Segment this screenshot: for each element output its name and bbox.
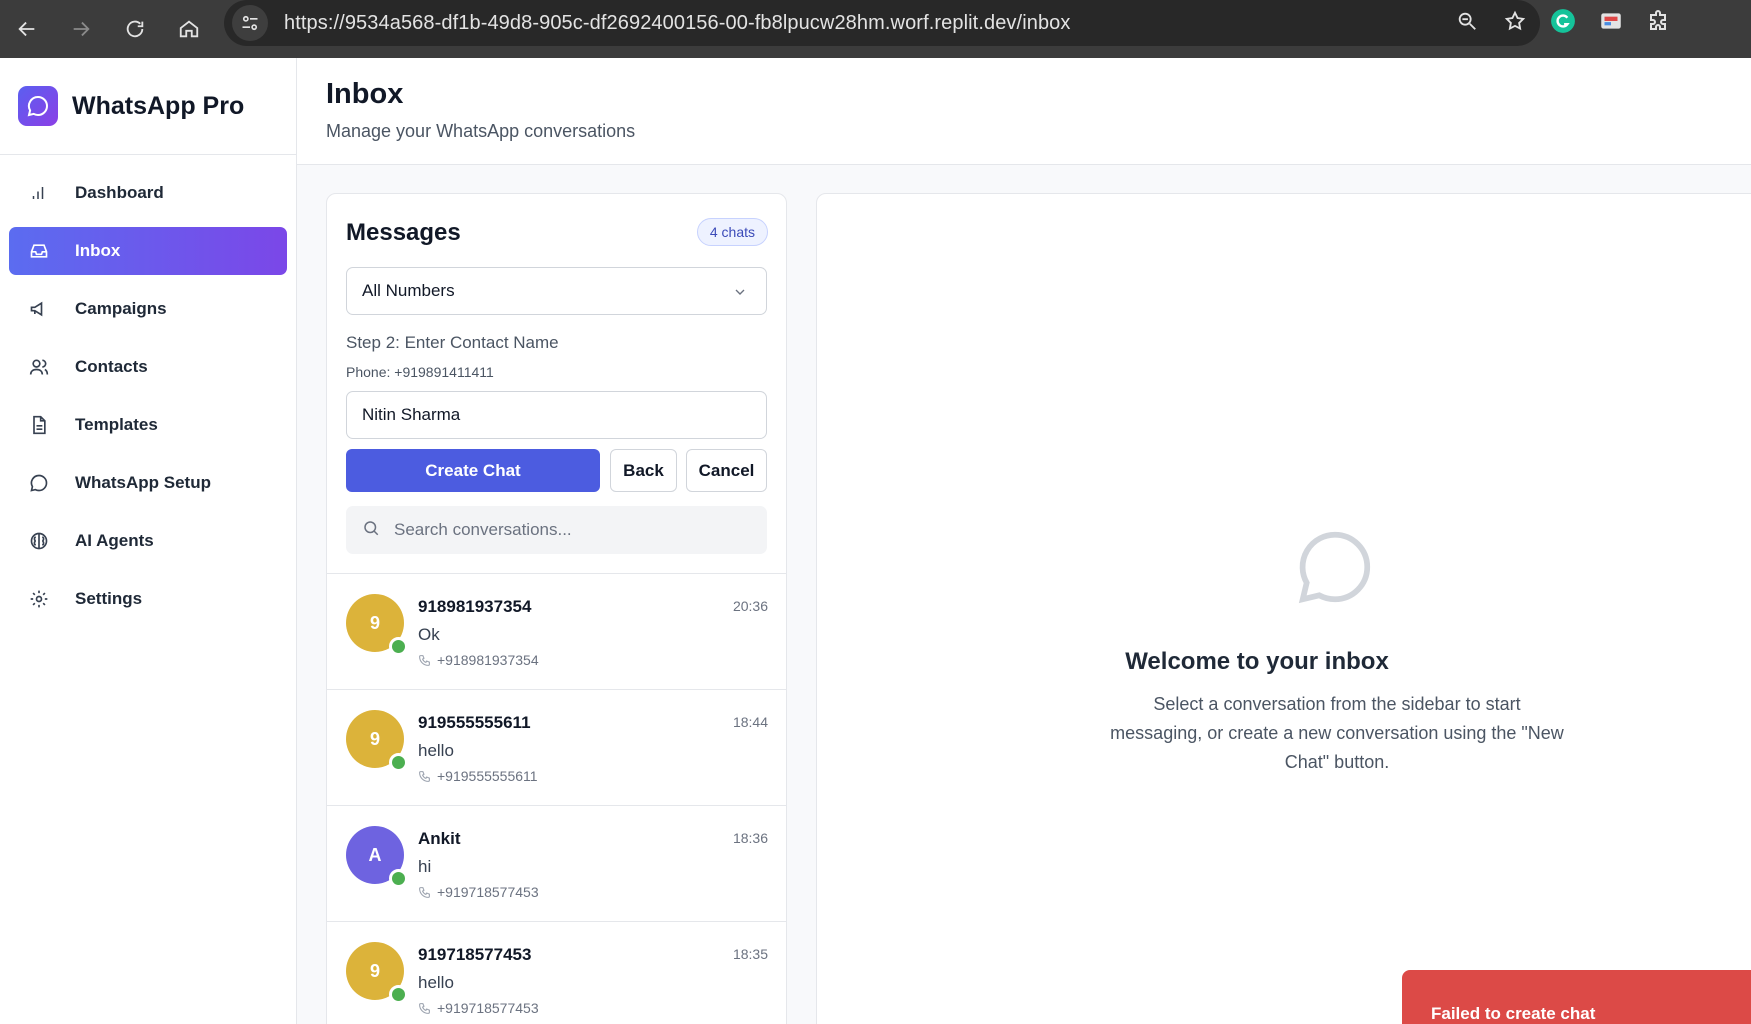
sidebar-item-label: Settings xyxy=(75,589,143,608)
sidebar-item-label: Inbox xyxy=(75,241,121,260)
create-chat-button[interactable]: Create Chat xyxy=(346,449,600,492)
page-subtitle: Manage your WhatsApp conversations xyxy=(326,121,636,141)
brain-icon xyxy=(29,531,59,551)
megaphone-icon xyxy=(29,299,59,319)
home-icon[interactable] xyxy=(162,7,216,51)
page-title: Inbox xyxy=(326,78,404,110)
sidebar: WhatsApp Pro Dashboard Inbox Campaigns C… xyxy=(0,58,297,1024)
conversation-phone: +919718577453 xyxy=(418,1000,539,1016)
gear-icon xyxy=(29,589,59,609)
reload-icon[interactable] xyxy=(108,7,162,51)
phone-label: Phone: +919891411411 xyxy=(346,364,494,380)
chat-count-badge: 4 chats xyxy=(696,218,768,246)
brand[interactable]: WhatsApp Pro xyxy=(0,58,296,155)
conversation-time: 18:35 xyxy=(732,946,768,962)
message-circle-icon xyxy=(29,473,59,493)
sidebar-item-label: WhatsApp Setup xyxy=(75,473,211,492)
chevron-down-icon xyxy=(732,284,748,305)
conversation-time: 20:36 xyxy=(732,598,768,614)
online-status-dot xyxy=(389,637,408,656)
phone-icon xyxy=(419,1002,430,1014)
welcome-text: Select a conversation from the sidebar t… xyxy=(1110,694,1564,772)
search-conversations-input[interactable]: Search conversations... xyxy=(346,506,767,554)
conversation-last-message: Ok xyxy=(418,625,440,644)
file-text-icon xyxy=(29,415,59,435)
bookmark-star-icon[interactable] xyxy=(1504,10,1526,37)
message-circle-icon xyxy=(1292,524,1378,615)
messages-title: Messages xyxy=(346,219,461,246)
users-icon xyxy=(29,357,59,377)
sidebar-item-label: AI Agents xyxy=(75,531,154,550)
address-bar[interactable]: https://9534a568-df1b-49d8-905c-df269240… xyxy=(224,0,1540,46)
messages-panel: Messages 4 chats All Numbers Step 2: Ent… xyxy=(326,193,787,1024)
sidebar-item-campaigns[interactable]: Campaigns xyxy=(9,285,287,333)
sidebar-item-settings[interactable]: Settings xyxy=(9,575,287,623)
list-item[interactable]: 9 919718577453 18:35 hello +919718577453 xyxy=(327,922,786,1024)
conversation-name: Ankit xyxy=(418,829,461,848)
grammarly-extension-icon[interactable] xyxy=(1550,8,1576,39)
sidebar-item-inbox[interactable]: Inbox xyxy=(9,227,287,275)
conversation-phone: +919718577453 xyxy=(418,884,539,900)
chat-bubble-logo-icon xyxy=(18,86,58,126)
sidebar-item-whatsapp-setup[interactable]: WhatsApp Setup xyxy=(9,459,287,507)
sidebar-item-dashboard[interactable]: Dashboard xyxy=(9,169,287,217)
conversation-name: 918981937354 xyxy=(418,597,532,616)
conversation-last-message: hello xyxy=(418,973,454,992)
conversation-time: 18:36 xyxy=(732,830,768,846)
conversation-time: 18:44 xyxy=(732,714,768,730)
sidebar-nav: Dashboard Inbox Campaigns Contacts Templ… xyxy=(0,155,296,647)
online-status-dot xyxy=(389,869,408,888)
search-placeholder: Search conversations... xyxy=(394,520,572,539)
online-status-dot xyxy=(389,985,408,1004)
bar-chart-icon xyxy=(29,184,59,202)
phone-icon xyxy=(419,654,430,666)
conversation-phone-text: +919555555611 xyxy=(437,768,538,784)
welcome-title: Welcome to your inbox xyxy=(1125,648,1389,675)
list-item[interactable]: 9 919555555611 18:44 hello +919555555611 xyxy=(327,690,786,806)
conversation-last-message: hello xyxy=(418,741,454,760)
phone-icon xyxy=(419,770,430,782)
conversation-phone-text: +919718577453 xyxy=(437,884,539,900)
contact-name-input[interactable] xyxy=(346,391,767,439)
error-toast[interactable]: Failed to create chat xyxy=(1402,970,1751,1024)
conversation-name: 919718577453 xyxy=(418,945,532,964)
extension-icon[interactable] xyxy=(1598,8,1624,39)
phone-icon xyxy=(419,886,430,898)
conversation-name: 919555555611 xyxy=(418,713,531,732)
search-icon xyxy=(362,519,380,542)
url-text[interactable]: https://9534a568-df1b-49d8-905c-df269240… xyxy=(284,12,1071,35)
conversation-last-message: hi xyxy=(418,857,432,876)
sidebar-item-label: Templates xyxy=(75,415,158,434)
sidebar-item-ai-agents[interactable]: AI Agents xyxy=(9,517,287,565)
brand-name: WhatsApp Pro xyxy=(72,91,245,120)
conversation-phone-text: +918981937354 xyxy=(437,652,539,668)
conversation-phone: +918981937354 xyxy=(418,652,539,668)
conversation-phone-text: +919718577453 xyxy=(437,1000,539,1016)
sidebar-item-contacts[interactable]: Contacts xyxy=(9,343,287,391)
sidebar-item-templates[interactable]: Templates xyxy=(9,401,287,449)
inbox-icon xyxy=(29,241,59,261)
page-header: Inbox Manage your WhatsApp conversations xyxy=(297,58,1751,165)
sidebar-item-label: Contacts xyxy=(75,357,148,376)
conversation-view: Welcome to your inbox Select a conversat… xyxy=(816,193,1751,1024)
sidebar-item-label: Dashboard xyxy=(75,183,164,202)
browser-toolbar: https://9534a568-df1b-49d8-905c-df269240… xyxy=(0,0,1751,58)
toast-message: Failed to create chat xyxy=(1431,1004,1596,1023)
number-select[interactable]: All Numbers xyxy=(346,267,767,315)
forward-arrow-icon[interactable] xyxy=(54,7,108,51)
list-item[interactable]: A Ankit 18:36 hi +919718577453 xyxy=(327,806,786,922)
step-label: Step 2: Enter Contact Name xyxy=(346,333,559,352)
back-arrow-icon[interactable] xyxy=(0,7,54,51)
zoom-icon[interactable] xyxy=(1456,10,1478,37)
number-select-value: All Numbers xyxy=(362,281,455,300)
cancel-button[interactable]: Cancel xyxy=(686,449,767,492)
list-item[interactable]: 9 918981937354 20:36 Ok +918981937354 xyxy=(327,574,786,690)
online-status-dot xyxy=(389,753,408,772)
back-button[interactable]: Back xyxy=(610,449,677,492)
extensions-puzzle-icon[interactable] xyxy=(1646,9,1670,38)
site-settings-icon[interactable] xyxy=(232,5,268,41)
conversation-phone: +919555555611 xyxy=(418,768,538,784)
sidebar-item-label: Campaigns xyxy=(75,299,167,318)
